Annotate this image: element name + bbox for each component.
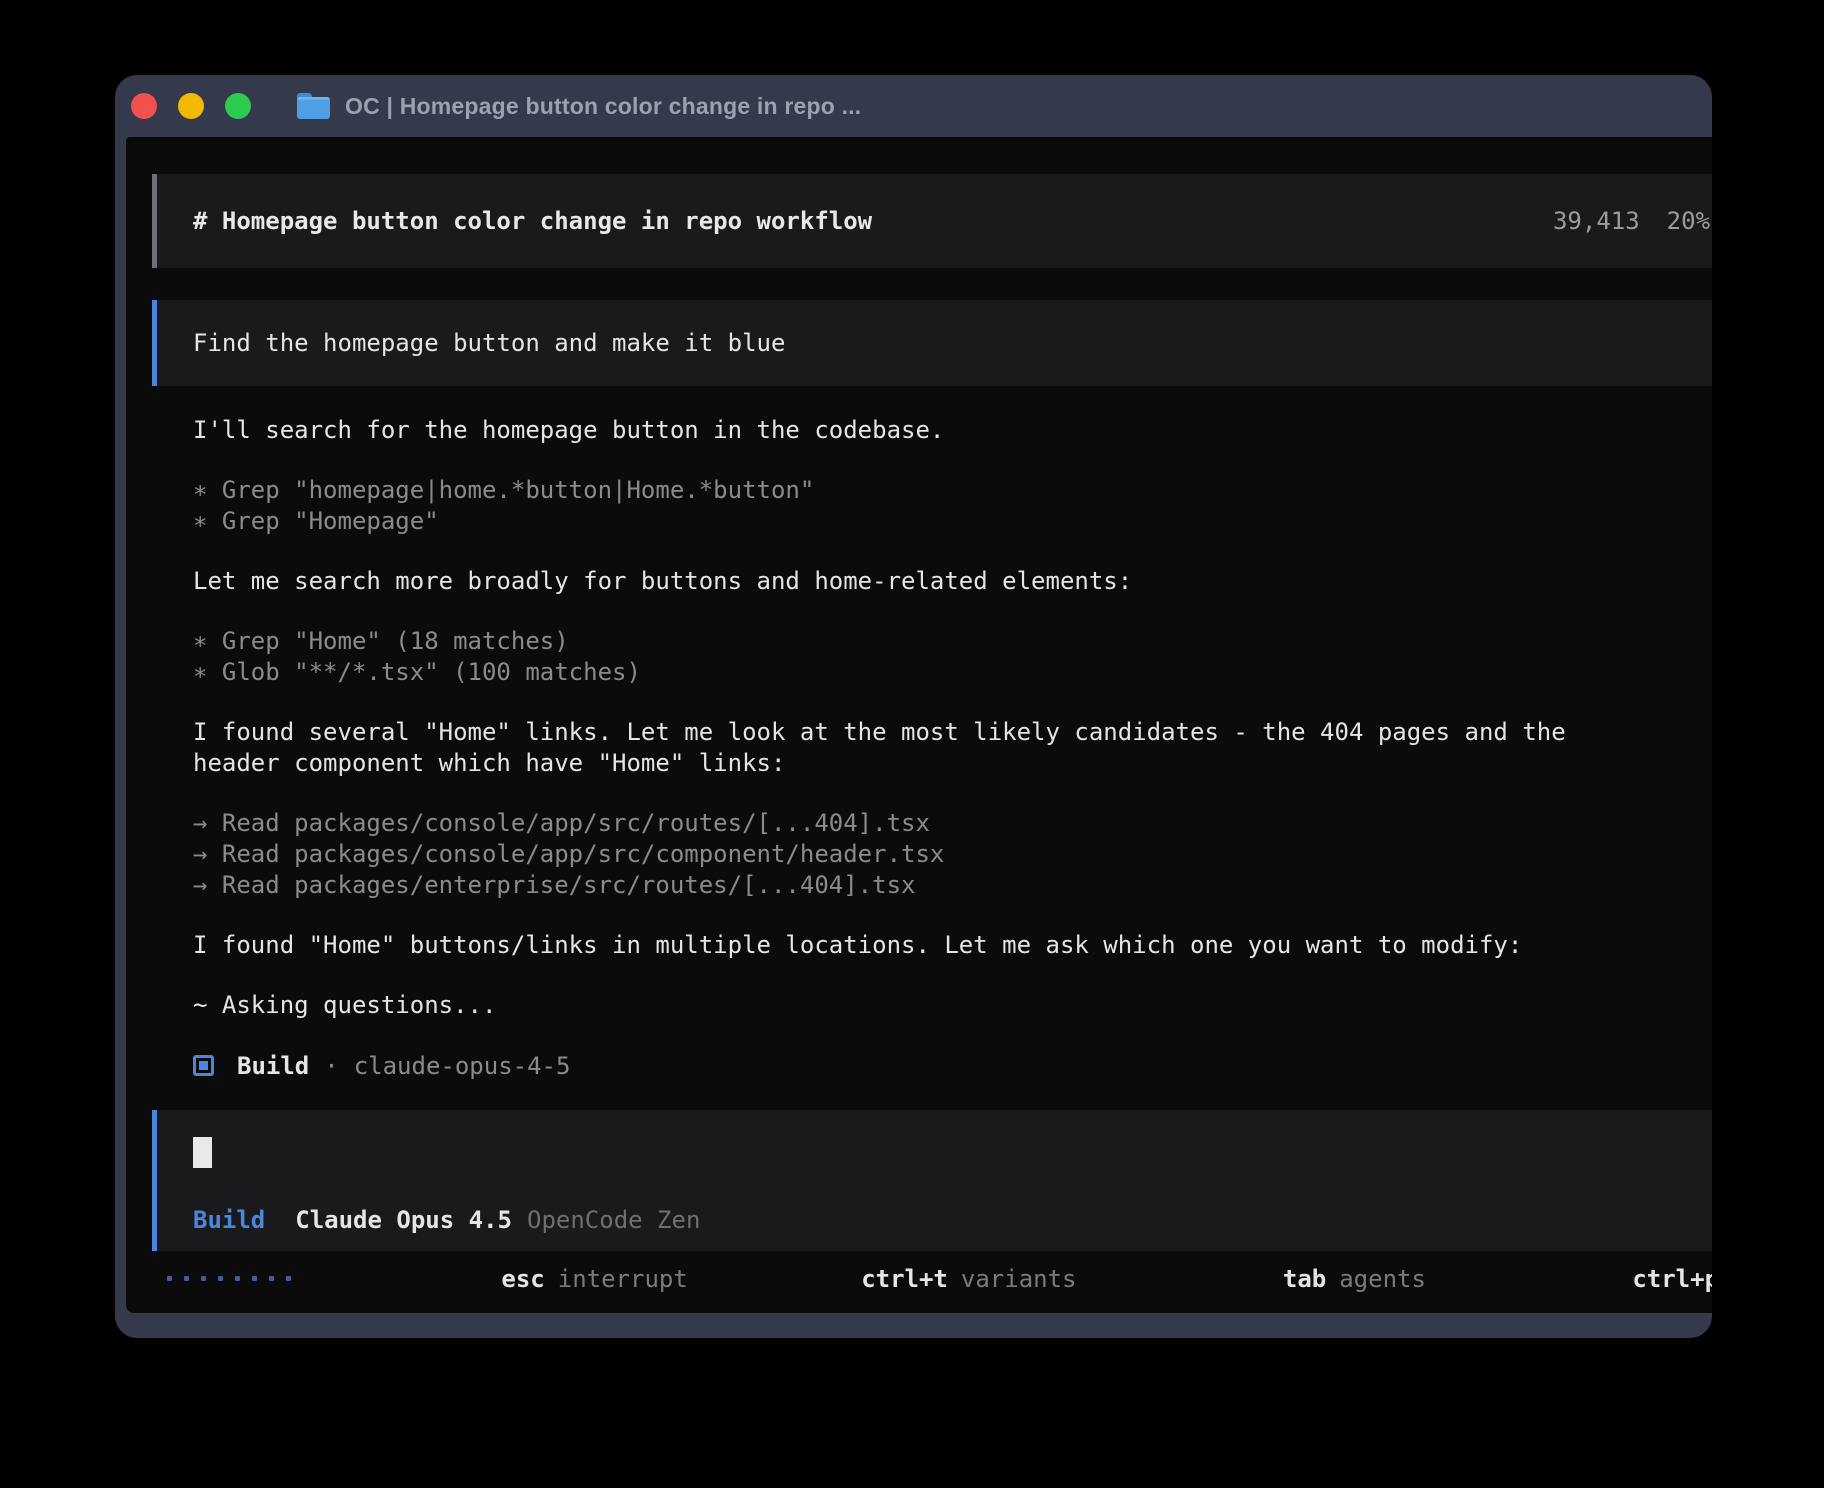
user-message: Find the homepage button and make it blu… <box>152 300 1712 386</box>
shortcut-agents: tabagents <box>1109 1237 1425 1321</box>
window-frame: # Homepage button color change in repo w… <box>115 137 1712 1338</box>
tool-call: ∗ Grep "Home" (18 matches) <box>193 626 1712 657</box>
input-meta: Build Claude Opus 4.5 OpenCode Zen <box>193 1206 1712 1234</box>
active-agent[interactable]: Build <box>193 1206 265 1234</box>
tool-call: → Read packages/enterprise/src/routes/[.… <box>193 870 1712 901</box>
assistant-text: Let me search more broadly for buttons a… <box>193 566 1712 597</box>
window-title: OC | Homepage button color change in rep… <box>345 93 861 120</box>
assistant-text: I found several "Home" links. Let me loo… <box>193 717 1712 779</box>
token-count: 39,413 <box>1553 207 1640 235</box>
spinner-dots-icon <box>167 1276 291 1281</box>
agent-attribution: Build · claude-opus-4-5 <box>193 1050 1712 1081</box>
shortcut-commands: ctrl+pcommands <box>1459 1237 1712 1321</box>
agent-name: Build <box>237 1052 309 1080</box>
text-cursor <box>193 1137 212 1168</box>
session-title: # Homepage button color change in repo w… <box>193 207 872 235</box>
minimize-button[interactable] <box>178 93 204 119</box>
folder-icon <box>297 93 330 119</box>
activity-status: ~ Asking questions... <box>193 990 1712 1021</box>
status-left: escinterrupt <box>167 1237 688 1321</box>
agent-build-icon <box>193 1055 214 1076</box>
tool-call: → Read packages/console/app/src/routes/[… <box>193 808 1712 839</box>
assistant-text: I'll search for the homepage button in t… <box>193 415 1712 446</box>
active-model[interactable]: Claude Opus 4.5 <box>295 1206 512 1234</box>
tool-calls-search: ∗ Grep "Home" (18 matches) ∗ Glob "**/*.… <box>193 626 1712 688</box>
shortcut-interrupt: escinterrupt <box>328 1237 688 1321</box>
status-right: ctrl+tvariants tabagents ctrl+pcommands <box>688 1237 1712 1321</box>
agent-model: claude-opus-4-5 <box>354 1052 571 1080</box>
terminal-content: # Homepage button color change in repo w… <box>126 137 1712 1313</box>
status-bar: escinterrupt ctrl+tvariants tabagents ct… <box>152 1263 1712 1294</box>
assistant-text: I found "Home" buttons/links in multiple… <box>193 930 1712 961</box>
close-button[interactable] <box>131 93 157 119</box>
session-header: # Homepage button color change in repo w… <box>152 174 1712 268</box>
zoom-button[interactable] <box>225 93 251 119</box>
tool-calls-read: → Read packages/console/app/src/routes/[… <box>193 808 1712 901</box>
model-provider: OpenCode Zen <box>527 1206 700 1234</box>
tool-calls-grep: ∗ Grep "homepage|home.*button|Home.*butt… <box>193 475 1712 537</box>
window-titlebar: OC | Homepage button color change in rep… <box>115 75 1712 137</box>
agent-separator: · <box>324 1052 338 1080</box>
tool-call: ∗ Grep "homepage|home.*button|Home.*butt… <box>193 475 1712 506</box>
tool-call: ∗ Grep "Homepage" <box>193 506 1712 537</box>
conversation: I'll search for the homepage button in t… <box>152 415 1712 1081</box>
user-message-text: Find the homepage button and make it blu… <box>193 329 785 357</box>
session-stats: 39,413 20% ($0.29) <box>1553 207 1712 235</box>
shortcut-variants: ctrl+tvariants <box>688 1237 1077 1321</box>
prompt-input[interactable]: Build Claude Opus 4.5 OpenCode Zen <box>152 1110 1712 1251</box>
terminal-window: OC | Homepage button color change in rep… <box>115 75 1712 1338</box>
tool-call: → Read packages/console/app/src/componen… <box>193 839 1712 870</box>
context-usage: 20% ($0.29) <box>1667 207 1712 235</box>
tool-call: ∗ Glob "**/*.tsx" (100 matches) <box>193 657 1712 688</box>
